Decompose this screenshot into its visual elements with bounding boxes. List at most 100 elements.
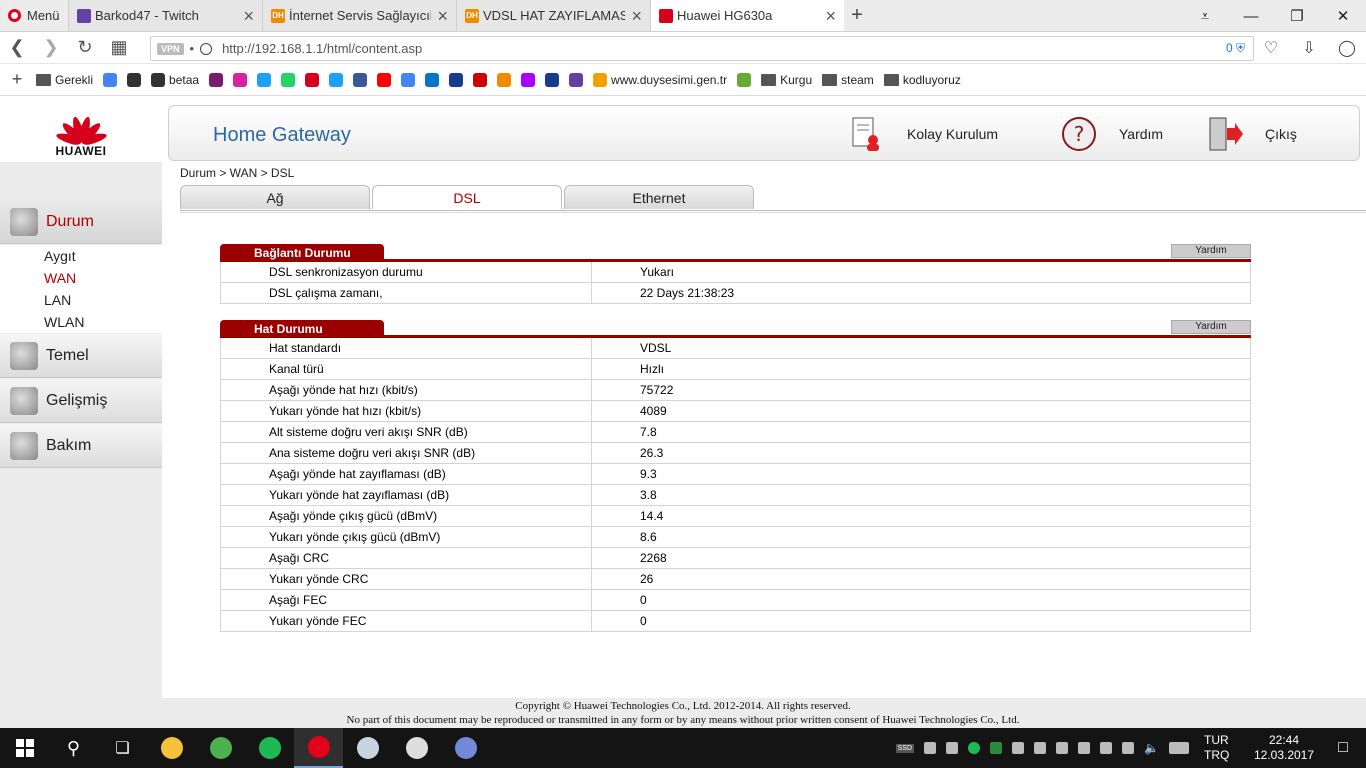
tab-dsl[interactable]: DSL <box>372 185 562 209</box>
sidebar-section-gelismis[interactable]: Gelişmiş <box>0 379 162 423</box>
close-tab-icon[interactable]: × <box>825 7 836 25</box>
bookmark-item[interactable] <box>209 72 224 87</box>
bookmark-item[interactable]: betaa <box>151 72 199 87</box>
bookmark-item[interactable] <box>425 72 440 87</box>
input-method-icon[interactable] <box>1122 742 1135 754</box>
profile-icon[interactable]: ◯ <box>1328 38 1366 58</box>
search-button[interactable]: ⚲ <box>49 728 98 768</box>
heart-icon[interactable]: ♡ <box>1252 38 1290 58</box>
bookmark-item[interactable] <box>545 72 560 87</box>
maximize-button[interactable]: ❐ <box>1274 0 1320 32</box>
add-bookmark-icon[interactable]: + <box>8 69 26 90</box>
router-header: Home Gateway Kolay Kurulum ? Yardım Çıkı… <box>168 105 1360 161</box>
bookmark-folder[interactable]: steam <box>822 73 874 87</box>
sidebar: HUAWEI Durum Aygıt WAN LAN WLAN Temel Ge… <box>0 104 162 698</box>
bookmark-item[interactable] <box>305 72 320 87</box>
bookmark-item[interactable] <box>281 72 296 87</box>
bookmark-item[interactable] <box>127 72 142 87</box>
bookmark-item[interactable] <box>473 72 488 87</box>
app-tray-icon[interactable] <box>990 742 1003 754</box>
bookmark-folder[interactable]: kodluyoruz <box>883 73 961 87</box>
bookmark-folder[interactable]: Kurgu <box>761 73 812 87</box>
forward-button[interactable]: ❯ <box>34 37 68 58</box>
bookmark-item[interactable] <box>103 72 118 87</box>
volume-icon[interactable]: 🔈 <box>1144 741 1159 755</box>
panel-title: Bağlantı Durumu <box>220 244 384 262</box>
bookmark-item[interactable] <box>329 72 344 87</box>
notifications-icon[interactable]: □ <box>1320 739 1366 757</box>
url-text[interactable]: http://192.168.1.1/html/content.asp <box>222 41 422 56</box>
taskbar-app[interactable] <box>294 728 343 768</box>
bookmark-item[interactable] <box>233 72 248 87</box>
bookmark-item[interactable] <box>521 72 536 87</box>
sidebar-section-durum[interactable]: Durum <box>0 200 162 244</box>
sidebar-item-wlan[interactable]: WLAN <box>0 311 162 333</box>
easy-setup-link[interactable]: Kolay Kurulum <box>849 106 998 162</box>
taskbar-app[interactable] <box>196 728 245 768</box>
bookmark-item[interactable] <box>569 72 584 87</box>
bookmark-item[interactable] <box>737 72 752 87</box>
close-window-button[interactable]: ✕ <box>1320 0 1366 32</box>
language-indicator[interactable]: TUR TRQ <box>1204 733 1248 763</box>
keyboard-icon[interactable] <box>1169 742 1189 754</box>
row-value: 4089 <box>640 404 667 418</box>
help-link[interactable]: ? Yardım <box>1061 106 1163 162</box>
bookmark-item[interactable] <box>257 72 272 87</box>
new-tab-button[interactable]: + <box>844 0 870 31</box>
clock[interactable]: 22:44 12.03.2017 <box>1248 733 1320 763</box>
taskbar-app[interactable] <box>392 728 441 768</box>
onedrive-icon[interactable] <box>946 742 959 754</box>
sidebar-item-lan[interactable]: LAN <box>0 289 162 311</box>
sidebar-section-temel[interactable]: Temel <box>0 334 162 378</box>
back-button[interactable]: ❮ <box>0 37 34 58</box>
shield-tray-icon[interactable] <box>1056 742 1069 754</box>
task-view-button[interactable]: ❏ <box>98 728 147 768</box>
minimize-button[interactable]: — <box>1228 0 1274 32</box>
bookmark-folder[interactable]: Gerekli <box>36 73 93 87</box>
network-icon[interactable] <box>1078 742 1091 754</box>
taskbar-app[interactable] <box>441 728 490 768</box>
close-tab-icon[interactable]: × <box>243 7 254 25</box>
browser-tab[interactable]: Huawei HG630a × <box>650 0 844 31</box>
taskbar-app[interactable] <box>147 728 196 768</box>
close-tab-icon[interactable]: × <box>631 7 642 25</box>
start-button[interactable] <box>0 728 49 768</box>
ssd-badge[interactable]: SSD <box>895 743 915 753</box>
tab-ag[interactable]: Ağ <box>180 185 370 209</box>
steam-tray-icon[interactable] <box>924 742 937 754</box>
app-tray-icon[interactable] <box>1034 742 1047 754</box>
reload-button[interactable]: ↻ <box>68 37 102 58</box>
panel-help-button[interactable]: Yardım <box>1171 244 1251 258</box>
browser-tab[interactable]: DH VDSL HAT ZAYIFLAMASI (d × <box>456 0 650 31</box>
bookmark-item[interactable] <box>401 72 416 87</box>
opera-menu-button[interactable]: Menü <box>0 0 68 31</box>
bookmark-item[interactable] <box>497 72 512 87</box>
browser-tab[interactable]: Barkod47 - Twitch × <box>68 0 262 31</box>
sidebar-section-bakim[interactable]: Bakım <box>0 424 162 468</box>
speed-dial-grid-icon[interactable]: ▦ <box>102 37 136 58</box>
browser-tab[interactable]: DH İnternet Servis Sağlayıcılar × <box>262 0 456 31</box>
logout-link[interactable]: Çıkış <box>1207 106 1297 162</box>
logo-text: HUAWEI <box>55 144 107 158</box>
bookmark-item[interactable] <box>377 72 392 87</box>
close-tab-icon[interactable]: × <box>437 7 448 25</box>
bookmark-item[interactable] <box>449 72 464 87</box>
sidebar-item-wan[interactable]: WAN <box>0 267 162 289</box>
spotify-tray-icon[interactable] <box>968 742 981 754</box>
tab-ethernet[interactable]: Ethernet <box>564 185 754 209</box>
panel-help-button[interactable]: Yardım <box>1171 320 1251 334</box>
adblock-shield-icon[interactable]: 0 ⛨ <box>1226 41 1245 56</box>
sidebar-item-aygit[interactable]: Aygıt <box>0 245 162 267</box>
app-tray-icon[interactable] <box>1012 742 1025 754</box>
vpn-badge[interactable]: VPN <box>157 42 184 55</box>
table-row: Aşağı yönde çıkış gücü (dBmV) 14.4 <box>220 506 1251 527</box>
bookmark-item[interactable] <box>353 72 368 87</box>
windows-defender-icon[interactable] <box>1100 742 1113 754</box>
bookmark-item[interactable]: www.duysesimi.gen.tr <box>593 72 727 87</box>
taskbar-app[interactable] <box>245 728 294 768</box>
taskbar-app[interactable] <box>343 728 392 768</box>
download-icon[interactable]: ⇩ <box>1290 38 1328 58</box>
tab-menu-icon[interactable]: ⩡ <box>1182 0 1228 32</box>
row-value: 26 <box>640 572 654 586</box>
url-field[interactable]: VPN • http://192.168.1.1/html/content.as… <box>150 36 1254 61</box>
